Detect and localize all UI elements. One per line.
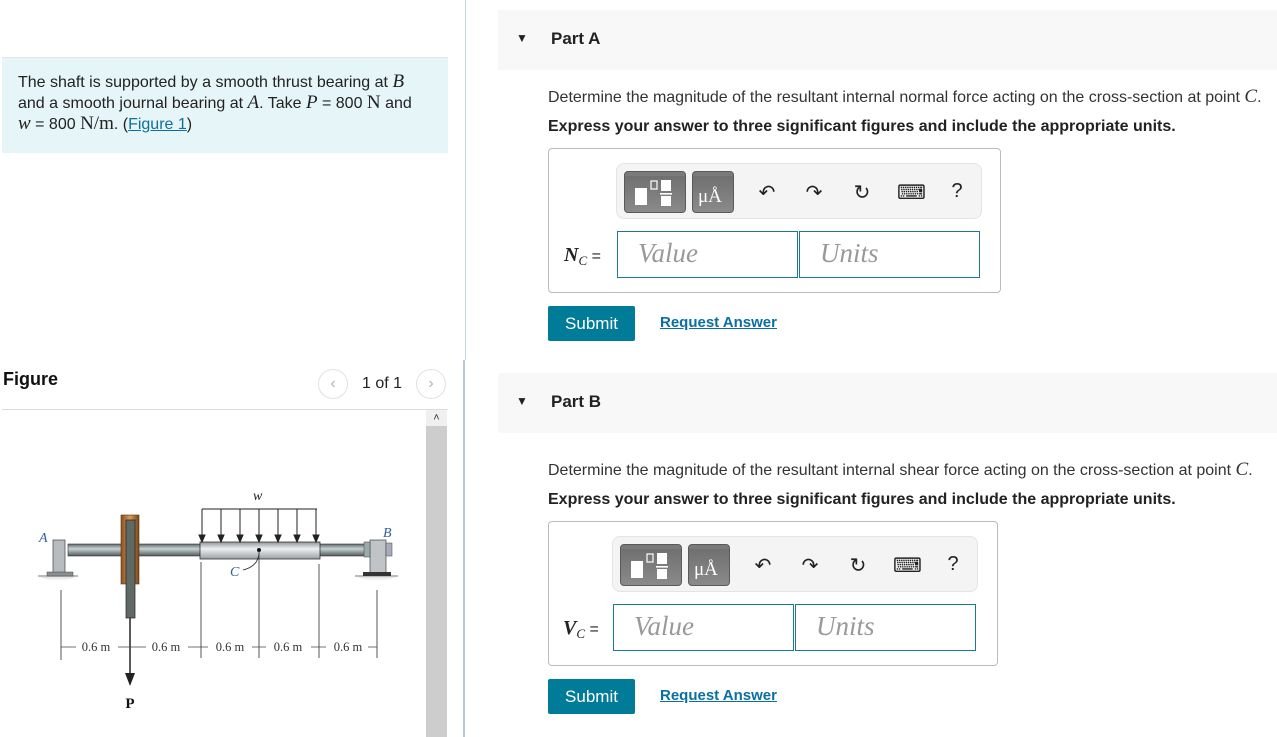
point-C <box>257 548 261 552</box>
keyboard-icon[interactable]: ⌨ <box>897 180 926 205</box>
part-a-question: Determine the magnitude of the resultant… <box>548 86 1262 107</box>
panel-divider <box>465 0 466 360</box>
math-toolbar: μÅ ↶ ↷ ↻ ⌨ ? <box>616 163 982 219</box>
units-symbol-icon: μÅ <box>694 559 718 580</box>
reset-icon[interactable]: ↻ <box>846 553 870 578</box>
chevron-right-icon: › <box>428 375 434 392</box>
redo-icon[interactable]: ↷ <box>802 180 826 205</box>
label-w: w <box>253 489 263 504</box>
variable-label: VC = <box>563 617 599 642</box>
part-a-header[interactable]: ▼ Part A <box>498 10 1277 70</box>
label-A: A <box>38 531 48 546</box>
figure-scrollbar[interactable]: ˄ <box>426 410 447 737</box>
prev-figure-button[interactable]: ‹ <box>318 369 348 399</box>
problem-statement: The shaft is supported by a smooth thrus… <box>2 57 448 153</box>
bearing-A <box>52 539 66 576</box>
figure-title: Figure <box>3 369 59 389</box>
left-panel: The shaft is supported by a smooth thrus… <box>0 0 465 737</box>
part-b-question: Determine the magnitude of the resultant… <box>548 459 1253 480</box>
distributed-load-arrows <box>198 509 320 544</box>
submit-button[interactable]: Submit <box>548 306 635 341</box>
part-b-header[interactable]: ▼ Part B <box>498 373 1277 433</box>
undo-icon[interactable]: ↶ <box>751 553 775 578</box>
part-title: Part A <box>551 29 601 48</box>
figure-link[interactable]: Figure 1 <box>128 116 187 133</box>
shaft-diagram: 0.6 m 0.6 m 0.6 m 0.6 m 0.6 m A B C w P <box>38 489 398 712</box>
dim-label: 0.6 m <box>152 640 181 654</box>
chevron-left-icon: ‹ <box>330 375 336 392</box>
templates-button[interactable] <box>620 544 682 586</box>
dim-label: 0.6 m <box>334 640 363 654</box>
label-B: B <box>383 526 392 541</box>
templates-icon <box>631 553 668 579</box>
collapse-triangle-icon: ▼ <box>516 394 528 408</box>
part-a-instruction: Express your answer to three significant… <box>548 118 1176 135</box>
part-b-instruction: Express your answer to three significant… <box>548 491 1176 508</box>
part-b-answer-box: μÅ ↶ ↷ ↻ ⌨ ? VC = Value Units <box>548 521 998 666</box>
variable-label: NC = <box>564 244 601 269</box>
submit-button[interactable]: Submit <box>548 679 635 714</box>
request-answer-link[interactable]: Request Answer <box>660 687 777 704</box>
templates-icon <box>635 180 672 206</box>
request-answer-link[interactable]: Request Answer <box>660 314 777 331</box>
units-button[interactable]: μÅ <box>688 544 730 586</box>
panel-resize-handle[interactable] <box>463 360 465 737</box>
dim-label: 0.6 m <box>274 640 303 654</box>
help-icon[interactable]: ? <box>941 553 965 576</box>
scroll-up-button[interactable]: ˄ <box>426 410 447 426</box>
figure-pager: ‹ 1 of 1 › <box>318 369 447 399</box>
units-button[interactable]: μÅ <box>692 171 734 213</box>
units-input[interactable]: Units <box>795 604 976 651</box>
figure-divider <box>2 409 448 410</box>
help-icon[interactable]: ? <box>945 180 969 203</box>
collapse-triangle-icon: ▼ <box>516 31 528 45</box>
dim-label: 0.6 m <box>82 640 111 654</box>
undo-icon[interactable]: ↶ <box>755 180 779 205</box>
units-symbol-icon: μÅ <box>698 186 722 207</box>
label-C: C <box>230 565 240 580</box>
label-P: P <box>125 696 134 712</box>
templates-button[interactable] <box>624 171 686 213</box>
redo-icon[interactable]: ↷ <box>798 553 822 578</box>
pager-text: 1 of 1 <box>362 375 403 392</box>
chevron-up-icon: ˄ <box>433 412 440 424</box>
bearing-B <box>369 539 387 576</box>
part-a-answer-box: μÅ ↶ ↷ ↻ ⌨ ? NC = Value Units <box>548 148 1001 293</box>
next-figure-button[interactable]: › <box>416 369 447 399</box>
part-title: Part B <box>551 392 602 411</box>
dim-label: 0.6 m <box>216 640 245 654</box>
value-input[interactable]: Value <box>617 231 798 278</box>
value-input[interactable]: Value <box>613 604 794 651</box>
reset-icon[interactable]: ↻ <box>850 180 874 205</box>
keyboard-icon[interactable]: ⌨ <box>893 553 922 578</box>
pulley-belt <box>125 519 136 619</box>
units-input[interactable]: Units <box>799 231 980 278</box>
math-toolbar: μÅ ↶ ↷ ↻ ⌨ ? <box>612 536 978 592</box>
